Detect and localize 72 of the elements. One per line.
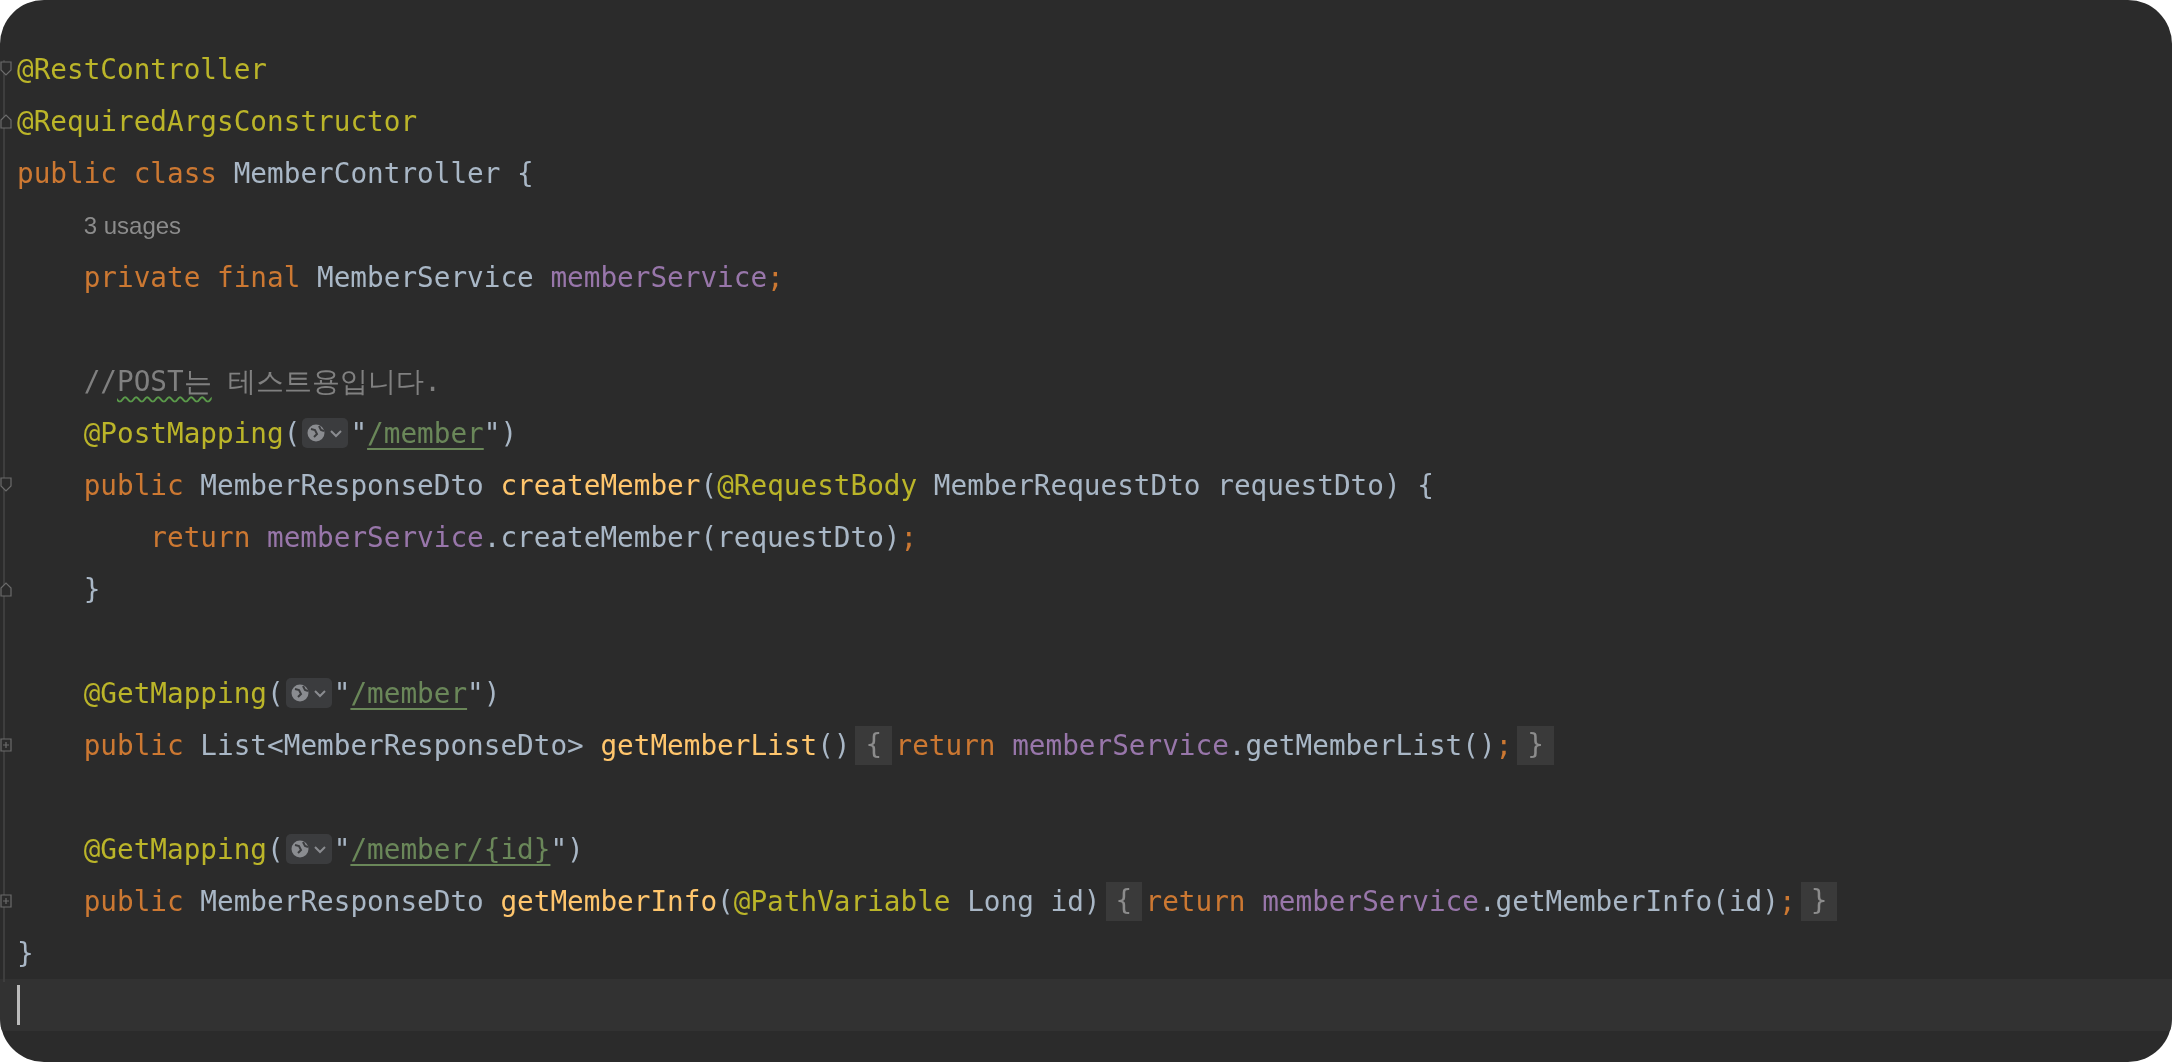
code-text: ") (483, 416, 518, 450)
keyword: ; (1495, 728, 1513, 762)
code-text: ") (550, 832, 584, 866)
keyword: public class (17, 156, 218, 190)
code-text: MemberService (317, 260, 534, 294)
code-text: ( (717, 884, 734, 918)
keyword: ; (767, 260, 784, 294)
expand-fold-icon[interactable] (0, 893, 12, 909)
globe-dropdown-icon[interactable] (285, 834, 332, 864)
keyword: return (895, 728, 996, 762)
code-text: " (350, 416, 368, 450)
code-text: .getMemberInfo(id) (1478, 884, 1779, 918)
code-editor[interactable] (0, 0, 2172, 1062)
code-text: MemberResponseDto (200, 468, 484, 502)
collapse-fold-icon[interactable] (0, 477, 12, 493)
folded-code-marker[interactable]: { (1105, 881, 1143, 921)
code-text: Long id) (967, 884, 1101, 918)
annotation: @RequiredArgsConstructor (17, 104, 418, 138)
annotation: @RestController (17, 52, 268, 86)
code-text: " (333, 832, 351, 866)
code-text: .getMemberList() (1228, 728, 1496, 762)
url-string[interactable]: /member (350, 676, 468, 710)
code-text: () (817, 728, 851, 762)
globe-dropdown-icon[interactable] (302, 418, 349, 448)
code-text: } (83, 572, 101, 606)
code-text: ( (267, 676, 284, 710)
folded-code-marker[interactable]: } (1800, 881, 1838, 921)
code-text: MemberController { (233, 156, 534, 190)
code-text: .createMember(requestDto) (483, 520, 901, 554)
code-text: List<MemberResponseDto> (200, 728, 584, 762)
code-comment: 테스트용입니다. (228, 363, 442, 400)
code-text: MemberResponseDto (200, 884, 484, 918)
field-name: memberService (1012, 728, 1229, 762)
collapse-fold-icon[interactable] (0, 61, 12, 77)
annotation: @GetMapping (83, 676, 268, 710)
keyword: return (1145, 884, 1246, 918)
globe-dropdown-icon[interactable] (285, 678, 332, 708)
misspelled-comment-word: POST는 (117, 363, 212, 400)
keyword: ; (1778, 884, 1796, 918)
keyword: return (150, 520, 251, 554)
annotation: @GetMapping (83, 832, 268, 866)
collapse-fold-icon[interactable] (0, 581, 12, 597)
text-cursor (17, 985, 20, 1025)
url-string[interactable]: /member (367, 416, 484, 450)
field-name: memberService (550, 260, 768, 294)
code-text: MemberRequestDto requestDto) { (933, 468, 1434, 502)
code-comment: // (83, 364, 117, 398)
keyword: public (83, 728, 184, 762)
field-name: memberService (267, 520, 484, 554)
code-text: ") (467, 676, 501, 710)
method-name: createMember (500, 468, 701, 502)
usage-hint: 3 usages (83, 212, 182, 240)
keyword: public (83, 884, 184, 918)
keyword: ; (900, 520, 918, 554)
code-text: ( (700, 468, 718, 502)
collapse-fold-icon[interactable] (0, 113, 12, 129)
expand-fold-icon[interactable] (0, 737, 12, 753)
folded-code-marker[interactable]: } (1517, 725, 1554, 765)
field-name: memberService (1262, 884, 1479, 918)
method-name: getMemberInfo (500, 884, 718, 918)
folded-code-marker[interactable]: { (855, 725, 893, 765)
keyword: private final (83, 260, 301, 294)
code-text: } (17, 936, 34, 970)
code-text: ( (283, 416, 301, 450)
annotation: @RequestBody (717, 468, 918, 502)
keyword: public (83, 468, 184, 502)
url-string[interactable]: /member/{id} (350, 832, 551, 866)
annotation: @PostMapping (83, 416, 284, 450)
annotation: @PathVariable (733, 884, 951, 918)
code-text: " (333, 676, 351, 710)
method-name: getMemberList (600, 728, 818, 762)
code-text: ( (267, 832, 284, 866)
